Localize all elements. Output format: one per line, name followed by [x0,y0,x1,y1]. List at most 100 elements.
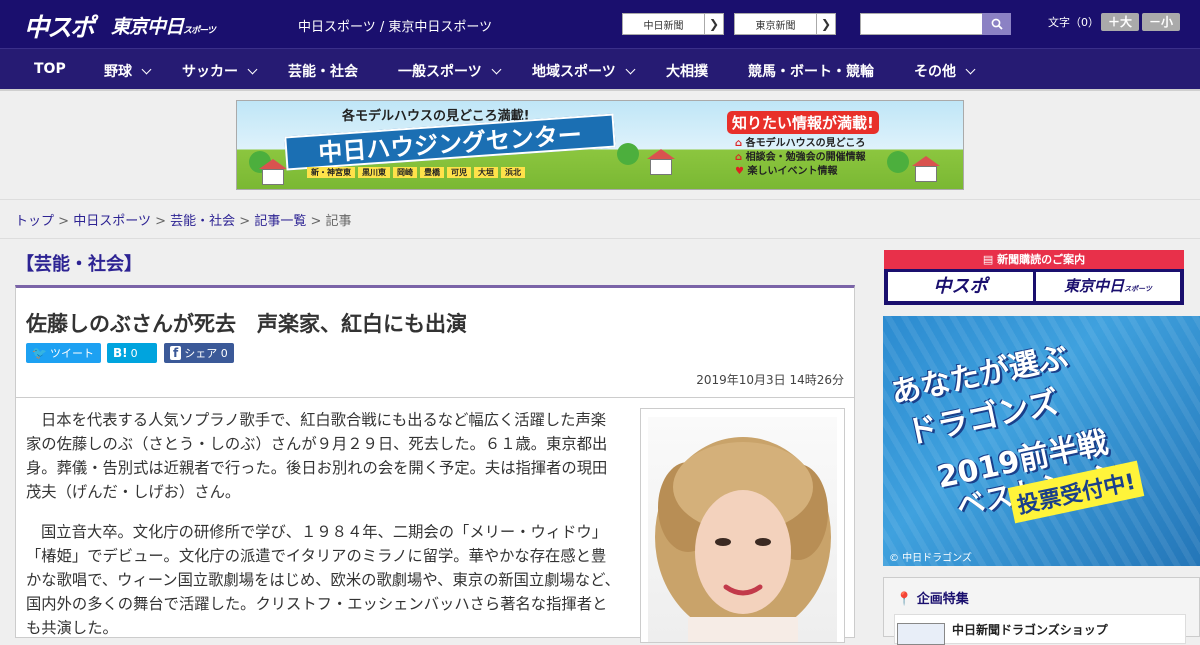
newspaper-icon: ▤ [982,253,994,266]
banner-info-list: ⌂ 各モデルハウスの見どころ ⌂ 相談会・勉強会の開催情報 ♥ 楽しいイベント情… [727,137,879,179]
divider [0,238,1200,239]
nav-item-label: TOP [34,61,66,77]
tokyo-shimbun-label: 東京新聞 [755,20,796,32]
breadcrumb-separator: > [310,214,322,229]
banner-info-item: ♥ 楽しいイベント情報 [735,165,879,179]
banner-info-text: 各モデルハウスの見どころ [745,138,866,149]
nav-item-label: 芸能・社会 [288,64,358,80]
house-illustration [650,159,672,175]
pin-icon: 📍 [896,592,913,607]
facebook-icon: f [170,346,182,360]
tree-illustration [617,143,639,165]
subscription-head-label: 新聞購読のご案内 [997,253,1086,266]
breadcrumb-top[interactable]: トップ [15,214,54,229]
facebook-share-button[interactable]: f シェア 0 [164,343,234,363]
tweet-label: ツイート [49,347,94,360]
nav-item-baseball[interactable]: 野球 [104,61,152,81]
subscribe-tokyo-logo[interactable]: 東京中日スポーツ [1036,272,1180,301]
breadcrumb-current: 記事 [325,214,352,229]
nav-item-soccer[interactable]: サッカー [182,61,258,81]
article-paragraph: 日本を代表する人気ソプラノ歌手で、紅白歌合戦にも出るなど幅広く活躍した声楽家の佐… [26,411,608,501]
chunichi-shimbun-button[interactable]: 中日新聞 ❯ [622,13,724,35]
breadcrumb-separator: > [155,214,166,229]
search-button[interactable] [982,13,1011,35]
subscribe-tokyo-text: 東京中日 [1064,277,1125,295]
house-icon: ⌂ [735,152,743,163]
breadcrumb-chuspo[interactable]: 中日スポーツ [73,214,151,229]
nav-item-label: サッカー [182,64,238,80]
banner-city: 黒川東 [358,167,390,178]
banner-info-item: ⌂ 相談会・勉強会の開催情報 [735,151,879,165]
nav-item-entertainment[interactable]: 芸能・社会 [288,61,358,81]
font-size-label: 文字（0） [1048,16,1099,29]
subscribe-chuspo-logo[interactable]: 中スポ [888,272,1033,301]
main-nav: TOP 野球 サッカー 芸能・社会 一般スポーツ 地域スポーツ 大相撲 競馬・ボ… [0,48,1200,89]
ad-copyright: © 中日ドラゴンズ [889,553,972,564]
house-icon: ⌂ [735,138,743,149]
breadcrumb: トップ > 中日スポーツ > 芸能・社会 > 記事一覧 > 記事 [15,210,352,229]
housing-center-banner[interactable]: 各モデルハウスの見どころ満載! 中日ハウジングセンター 新・神宮東 黒川東 岡崎 豊橋… [236,100,964,190]
font-smaller-button[interactable]: －小 [1142,13,1180,31]
breadcrumb-entertainment[interactable]: 芸能・社会 [170,214,235,229]
nav-item-label: 地域スポーツ [532,64,616,80]
search-icon [991,18,1003,30]
nav-item-label: その他 [914,64,956,80]
nav-item-general-sports[interactable]: 一般スポーツ [398,61,502,81]
hatena-bookmark-button[interactable]: B! 0 [107,343,157,363]
feature-title-label: 企画特集 [916,592,969,607]
nav-item-sumo[interactable]: 大相撲 [666,61,708,81]
facebook-label: シェア [184,347,218,360]
house-illustration [915,166,937,182]
chevron-down-icon [625,64,636,75]
chuspo-logo[interactable]: 中スポ [24,8,95,44]
banner-info-text: 相談会・勉強会の開催情報 [745,152,866,163]
chevron-down-icon [965,64,976,75]
subscription-box[interactable]: ▤ 新聞購読のご案内 中スポ 東京中日スポーツ [884,250,1184,305]
feature-title: 📍 企画特集 [896,588,969,607]
chunichi-shimbun-label: 中日新聞 [643,20,684,32]
site-links[interactable]: 中日スポーツ / 東京中日スポーツ [298,16,492,35]
banner-city: 豊橋 [420,167,444,178]
category-title: 【芸能・社会】 [16,254,142,275]
article-photo-frame [640,408,845,643]
chevron-down-icon [491,64,502,75]
banner-info: 知りたい情報が満載! ⌂ 各モデルハウスの見どころ ⌂ 相談会・勉強会の開催情報… [727,111,879,179]
article-body: 日本を代表する人気ソプラノ歌手で、紅白歌合戦にも出るなど幅広く活躍した声楽家の佐… [15,398,855,643]
font-larger-button[interactable]: ＋大 [1101,13,1139,31]
nav-item-other[interactable]: その他 [914,61,976,81]
nav-item-label: 大相撲 [666,64,708,80]
tokyo-logo-small: スポーツ [183,26,216,36]
divider [0,199,1200,200]
tokyo-shimbun-button[interactable]: 東京新聞 ❯ [734,13,836,35]
banner-city: 浜北 [501,167,525,178]
chevron-right-icon: ❯ [816,14,835,34]
tree-illustration [887,151,909,173]
feature-thumbnail [897,623,945,645]
search-input[interactable] [860,13,983,35]
subscribe-tokyo-small: スポーツ [1124,285,1152,293]
subscription-head: ▤ 新聞購読のご案内 [884,250,1184,269]
nav-item-local-sports[interactable]: 地域スポーツ [532,61,636,81]
breadcrumb-article-list[interactable]: 記事一覧 [254,214,306,229]
feature-item[interactable]: 中日新聞ドラゴンズショップ [894,614,1186,645]
article-date: 2019年10月3日 14時26分 [696,373,844,387]
nav-item-racing[interactable]: 競馬・ボート・競輪 [748,61,874,81]
nav-item-label: 一般スポーツ [398,64,482,80]
banner-info-head: 知りたい情報が満載! [727,111,879,134]
article-header: 佐藤しのぶさんが死去 声楽家、紅白にも出演 🐦 ツイート B! 0 f シェア 0 2… [15,285,855,398]
house-roof [259,159,287,169]
article-title: 佐藤しのぶさんが死去 声楽家、紅白にも出演 [26,312,467,336]
tokyo-chunichi-logo[interactable]: 東京中日スポーツ [111,12,216,39]
nav-item-label: 野球 [104,64,132,80]
article-photo[interactable] [648,417,837,642]
nav-item-label: 競馬・ボート・競輪 [748,64,874,80]
chevron-down-icon [141,64,152,75]
banner-info-text: 楽しいイベント情報 [747,166,838,177]
twitter-icon: 🐦 [32,346,47,360]
site-header: 中スポ 東京中日スポーツ 中日スポーツ / 東京中日スポーツ 中日新聞 ❯ 東京… [0,0,1200,48]
tweet-button[interactable]: 🐦 ツイート [26,343,101,363]
nav-item-top[interactable]: TOP [34,61,66,77]
hatena-icon: B! [113,346,128,360]
hatena-count: 0 [130,347,138,360]
portrait-illustration [655,437,831,642]
